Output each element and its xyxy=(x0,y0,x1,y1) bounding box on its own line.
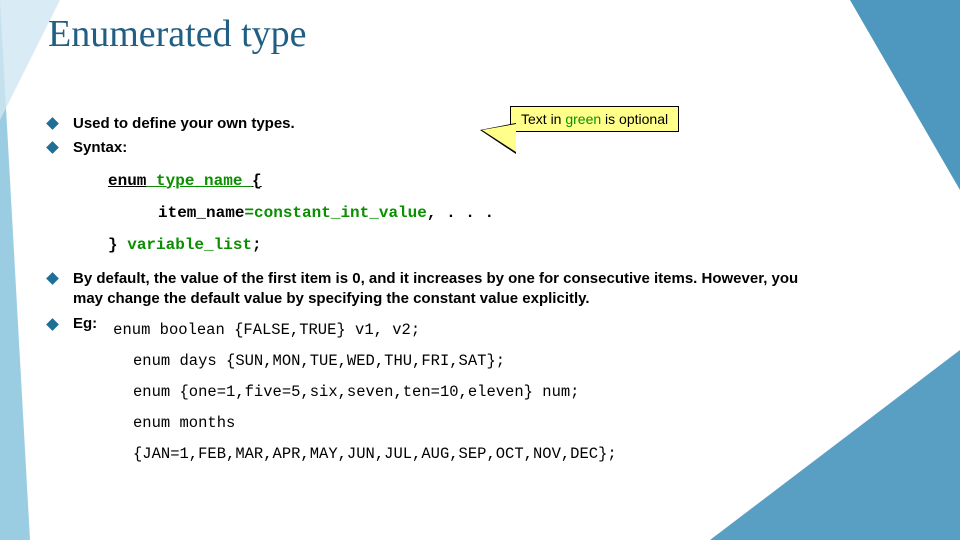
bullet-icon xyxy=(46,117,59,130)
bullet-icon xyxy=(46,141,59,154)
eg-example-1: enum boolean {FALSE,TRUE} v1, v2; xyxy=(113,315,420,346)
bullet-syntax: Syntax: xyxy=(48,138,900,158)
syntax-type-name: type_name xyxy=(146,172,252,190)
bullet-text: Syntax: xyxy=(73,138,127,158)
eg-example-4a: enum months xyxy=(133,408,900,439)
bullet-text: By default, the value of the first item … xyxy=(73,269,808,310)
syntax-block: enum type_name { item_name=constant_int_… xyxy=(108,165,900,261)
syntax-semi: ; xyxy=(252,236,262,254)
syntax-item-name: item_name xyxy=(158,204,244,222)
eg-example-3: enum {one=1,five=5,six,seven,ten=10,elev… xyxy=(133,377,900,408)
syntax-rest: , . . . xyxy=(427,204,494,222)
bullet-text: Used to define your own types. xyxy=(73,114,295,134)
bullet-icon xyxy=(46,318,59,331)
bullet-eg: Eg: enum boolean {FALSE,TRUE} v1, v2; xyxy=(48,315,900,346)
eg-example-2: enum days {SUN,MON,TUE,WED,THU,FRI,SAT}; xyxy=(133,346,900,377)
syntax-line-2: item_name=constant_int_value, . . . xyxy=(158,197,900,229)
syntax-close-brace: } xyxy=(108,236,118,254)
syntax-line-1: enum type_name { xyxy=(108,165,900,197)
eg-example-4b: {JAN=1,FEB,MAR,APR,MAY,JUN,JUL,AUG,SEP,O… xyxy=(133,439,900,470)
bullet-default: By default, the value of the first item … xyxy=(48,269,808,310)
syntax-enum-kw: enum xyxy=(108,172,146,190)
eg-examples-rest: enum days {SUN,MON,TUE,WED,THU,FRI,SAT};… xyxy=(133,346,900,470)
syntax-eq-const: =constant_int_value xyxy=(244,204,426,222)
syntax-open-brace: { xyxy=(252,172,262,190)
syntax-var-list: variable_list xyxy=(118,236,252,254)
bullet-used-to: Used to define your own types. xyxy=(48,114,900,134)
slide: Enumerated type Text in green is optiona… xyxy=(0,0,960,540)
content-area: Used to define your own types. Syntax: e… xyxy=(48,110,900,470)
eg-label: Eg: xyxy=(73,315,97,332)
syntax-line-3: } variable_list; xyxy=(108,229,900,261)
page-title: Enumerated type xyxy=(48,12,307,56)
bullet-icon xyxy=(46,272,59,285)
